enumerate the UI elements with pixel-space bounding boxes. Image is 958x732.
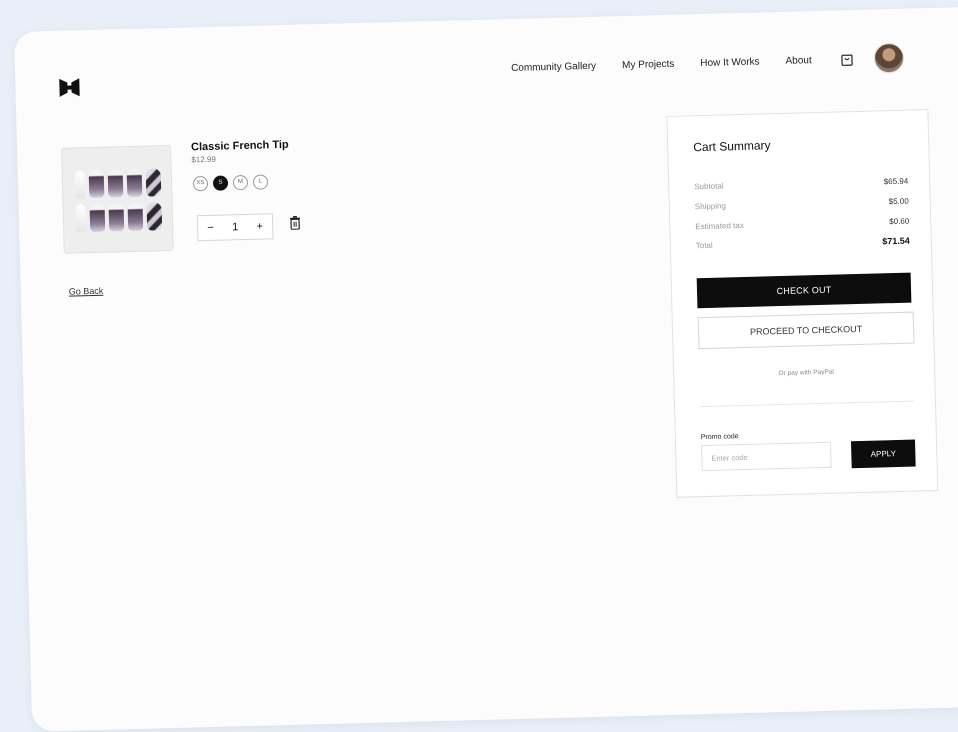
promo-code-label: Promo code: [701, 433, 739, 441]
tax-value: $0.60: [889, 217, 909, 227]
shipping-row: Shipping $5.00: [695, 197, 909, 212]
product-image: [61, 145, 174, 254]
nav-link-about[interactable]: About: [785, 55, 811, 67]
checkout-button[interactable]: CHECK OUT: [697, 273, 912, 309]
size-option-l[interactable]: L: [253, 174, 268, 189]
cart-summary-panel: Cart Summary Subtotal $65.94 Shipping $5…: [666, 109, 938, 498]
promo-code-input[interactable]: Enter code: [701, 442, 832, 471]
nav-link-my-projects[interactable]: My Projects: [622, 58, 675, 70]
brand-logo[interactable]: [57, 76, 82, 99]
subtotal-label: Subtotal: [694, 181, 724, 191]
trash-icon[interactable]: [289, 216, 301, 230]
user-avatar[interactable]: [873, 43, 904, 74]
product-name[interactable]: Classic French Tip: [191, 139, 289, 154]
shopping-bag-icon[interactable]: [840, 52, 854, 66]
go-back-link[interactable]: Go Back: [69, 286, 104, 297]
total-row: Total $71.54: [696, 236, 910, 252]
top-nav: Community Gallery My Projects How It Wor…: [511, 43, 904, 83]
total-label: Total: [696, 241, 713, 251]
increment-button[interactable]: +: [256, 221, 263, 233]
quantity-stepper: − 1 +: [197, 213, 274, 241]
size-option-s[interactable]: S: [213, 175, 228, 190]
app-window: Community Gallery My Projects How It Wor…: [14, 6, 958, 731]
nav-link-how-it-works[interactable]: How It Works: [700, 56, 760, 69]
size-option-m[interactable]: M: [233, 175, 248, 190]
shipping-value: $5.00: [889, 197, 909, 207]
subtotal-value: $65.94: [884, 177, 909, 187]
shipping-label: Shipping: [695, 201, 726, 211]
subtotal-row: Subtotal $65.94: [694, 177, 908, 192]
divider: [700, 401, 914, 408]
product-price: $12.99: [191, 155, 216, 165]
quantity-value: 1: [232, 221, 238, 233]
nail-row-top: [75, 168, 162, 198]
nav-link-community-gallery[interactable]: Community Gallery: [511, 60, 596, 73]
nail-row-bottom: [76, 202, 163, 232]
tax-row: Estimated tax $0.60: [695, 217, 909, 232]
tax-label: Estimated tax: [695, 221, 744, 231]
size-option-xs[interactable]: XS: [193, 176, 208, 191]
decrement-button[interactable]: −: [207, 222, 214, 234]
proceed-to-checkout-button[interactable]: PROCEED TO CHECKOUT: [698, 312, 915, 350]
paypal-link[interactable]: Or pay with PayPal: [699, 367, 913, 380]
cart-summary-title: Cart Summary: [693, 138, 771, 154]
total-value: $71.54: [882, 236, 910, 247]
apply-promo-button[interactable]: APPLY: [851, 440, 916, 469]
size-selector: XS S M L: [193, 174, 268, 191]
